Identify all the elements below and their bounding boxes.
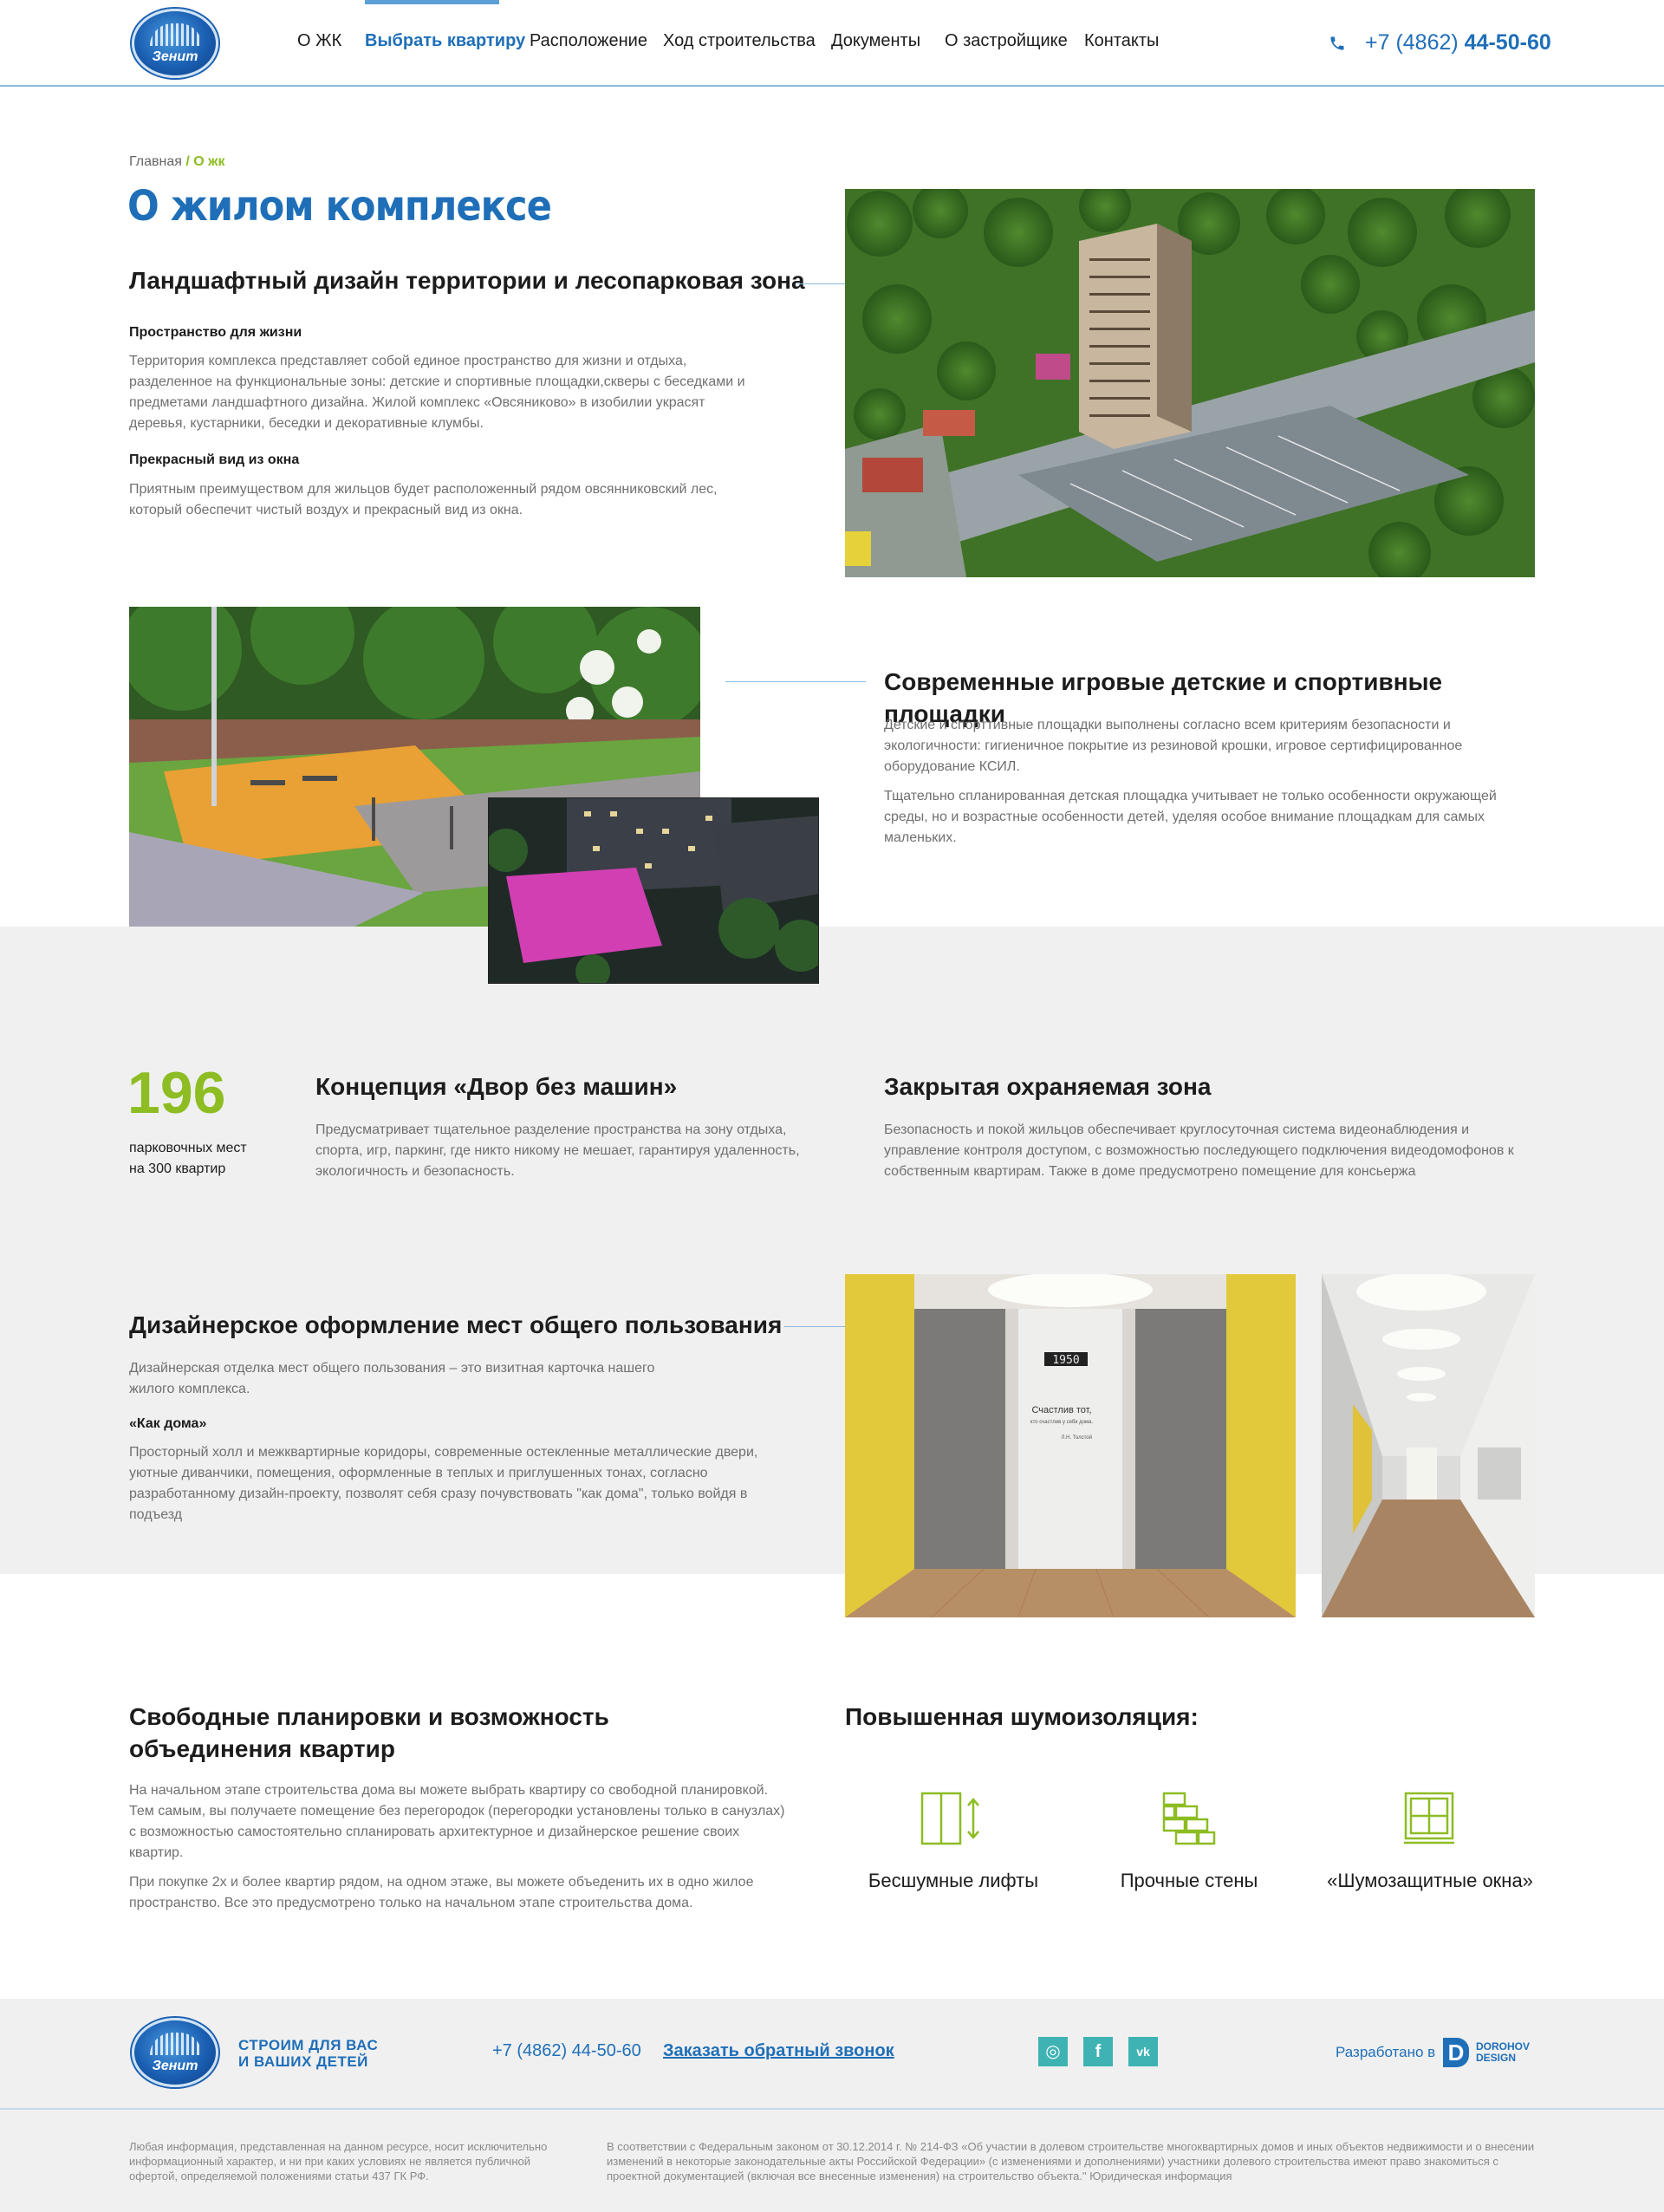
facebook-glyph: f <box>1095 2042 1102 2061</box>
facebook-icon[interactable]: f <box>1083 2037 1113 2066</box>
landscape-title: Ландшафтный дизайн территории и лесопарк… <box>129 267 805 294</box>
nav-item-about[interactable]: О ЖК <box>297 31 341 51</box>
dorohov-logo-letter: D <box>1443 2038 1469 2067</box>
playground-night-image <box>488 797 819 984</box>
design-title: Дизайнерское оформление мест общего поль… <box>129 1311 783 1338</box>
dorohov-logo-line2: DESIGN <box>1476 2052 1517 2064</box>
site-header: Зенит О ЖК Выбрать квартиру Расположение… <box>0 0 1664 87</box>
layouts-title-line2: объединения квартир <box>129 1735 395 1762</box>
playground-connector-line <box>725 681 866 682</box>
phone-icon <box>1329 35 1344 50</box>
layouts-text-1: На начальном этапе строительства дома вы… <box>129 1783 785 1860</box>
layouts-title: Свободные планировки и возможность объед… <box>129 1701 736 1765</box>
footer-slogan: СТРОИМ ДЛЯ ВАС И ВАШИХ ДЕТЕЙ <box>238 2037 378 2070</box>
nav-item-developer[interactable]: О застройщике <box>945 31 1068 51</box>
noise-item-windows: «Шумозащитные окна» <box>1327 1870 1533 1891</box>
security-title: Закрытая охраняемая зона <box>884 1073 1212 1100</box>
parking-caption-line1: парковочных мест <box>129 1141 247 1155</box>
parking-caption-line2: на 300 квартир <box>129 1161 226 1176</box>
header-phone[interactable]: +7 (4862) 44-50-60 <box>1365 30 1551 55</box>
footer-phone[interactable]: +7 (4862) 44-50-60 <box>492 2041 641 2061</box>
brick-wall-icon <box>1162 1792 1216 1850</box>
landscape-sub2-text: Приятным преимуществом для жильцов будет… <box>129 482 718 517</box>
breadcrumb-separator: / <box>185 154 190 169</box>
breadcrumb: Главная / О жк <box>129 154 225 170</box>
noise-title: Повышенная шумоизоляция: <box>845 1703 1199 1730</box>
lobby-quote-line1: Счастлив тот, <box>1031 1405 1091 1415</box>
breadcrumb-current: О жк <box>193 154 225 169</box>
security-text: Безопасность и покой жильцов обеспечивае… <box>884 1122 1514 1179</box>
landscape-sub2-title: Прекрасный вид из окна <box>129 452 300 467</box>
dorohov-design-logo[interactable]: D DOROHOV DESIGN <box>1443 2038 1535 2067</box>
layouts-title-line1: Свободные планировки и возможность <box>129 1703 609 1730</box>
design-text-1: Дизайнерская отделка мест общего пользов… <box>129 1361 655 1396</box>
lobby-quote-line2: кто счастлив у себя дома. <box>1030 1420 1094 1425</box>
nav-item-documents[interactable]: Документы <box>831 31 920 51</box>
nav-item-contacts[interactable]: Контакты <box>1084 31 1159 51</box>
disclaimer-right: В соответствии с Федеральным законом от … <box>607 2140 1535 2183</box>
lobby-quote-author: Л.Н. Толстой <box>1061 1435 1092 1441</box>
landscape-sub1-title: Пространство для жизни <box>129 325 302 340</box>
phone-prefix: +7 (4862) <box>1365 30 1459 55</box>
corridor-image <box>1322 1274 1535 1617</box>
window-icon <box>1404 1792 1454 1850</box>
dorohov-logo-text: DOROHOV DESIGN <box>1476 2041 1530 2064</box>
phone-number: 44-50-60 <box>1464 30 1551 55</box>
active-nav-indicator <box>365 0 499 4</box>
design-text-2: Просторный холл и межквартирные коридоры… <box>129 1445 758 1522</box>
footer-slogan-line1: СТРОИМ ДЛЯ ВАС <box>238 2037 379 2053</box>
developed-by-label: Разработано в <box>1336 2044 1436 2060</box>
nav-item-construction[interactable]: Ход строительства <box>663 31 816 51</box>
instagram-glyph: ◎ <box>1045 2042 1061 2061</box>
elevator-icon <box>920 1792 981 1850</box>
aerial-complex-image <box>845 189 1535 577</box>
noise-item-elevators: Бесшумные лифты <box>868 1870 1039 1891</box>
footer-logo[interactable]: Зенит <box>132 2018 218 2087</box>
parking-count: 196 <box>127 1060 226 1126</box>
nav-item-choose-apartment[interactable]: Выбрать квартиру <box>365 31 525 51</box>
nav-item-location[interactable]: Расположение <box>530 31 647 51</box>
playground-text-1: Детские и спорттивные площадки выполнены… <box>884 718 1463 774</box>
footer-logo-text: Зенит <box>152 2059 198 2073</box>
logo-text: Зенит <box>152 49 198 64</box>
noise-item-walls: Прочные стены <box>1120 1870 1258 1891</box>
design-sub-title: «Как дома» <box>129 1416 207 1431</box>
parking-text: Предусматривает тщательное разделение пр… <box>315 1122 800 1179</box>
footer-slogan-line2: И ВАШИХ ДЕТЕЙ <box>238 2053 368 2070</box>
landscape-sub1-text: Территория комплекса представляет собой … <box>129 354 745 431</box>
vk-icon[interactable]: vk <box>1128 2037 1158 2066</box>
page-title: О жилом комплексе <box>127 182 552 231</box>
breadcrumb-home[interactable]: Главная <box>129 154 182 169</box>
instagram-icon[interactable]: ◎ <box>1038 2037 1068 2066</box>
lobby-image: 1950 Счастлив тот, кто счастлив у себя д… <box>845 1274 1296 1617</box>
footer-logo-building-graphic <box>150 2033 202 2055</box>
parking-caption: парковочных мест на 300 квартир <box>129 1138 247 1180</box>
lobby-sign-number: 1950 <box>1052 1354 1079 1367</box>
site-logo[interactable]: Зенит <box>132 9 218 78</box>
vk-glyph: vk <box>1136 2045 1150 2059</box>
playground-text-2: Тщательно спланированная детская площадк… <box>884 789 1497 845</box>
logo-building-graphic <box>150 23 202 46</box>
layouts-text-2: При покупке 2х и более квартир рядом, на… <box>129 1875 754 1910</box>
parking-title: Концепция «Двор без машин» <box>315 1073 678 1100</box>
disclaimer-left: Любая информация, представленная на данн… <box>129 2140 548 2183</box>
callback-link[interactable]: Заказать обратный звонок <box>663 2041 894 2061</box>
footer-divider <box>0 2108 1664 2110</box>
